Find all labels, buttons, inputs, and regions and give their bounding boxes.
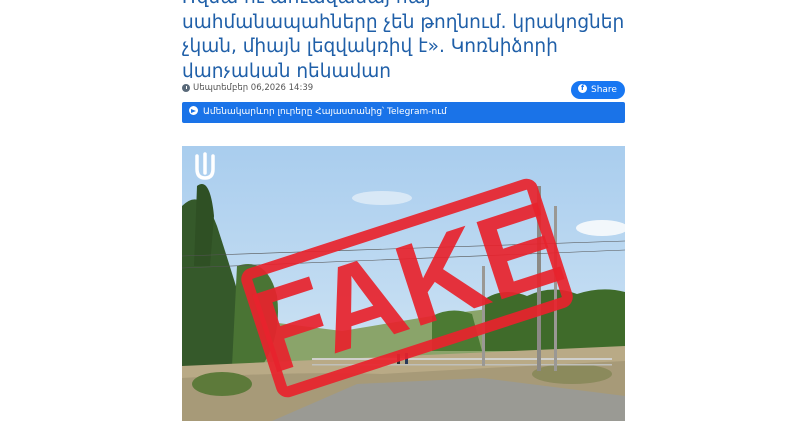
headline-area: Ռզմա ու աուազանայ հայ սահմանապահները չեն… <box>182 0 625 78</box>
clock-icon <box>182 84 190 92</box>
headline-line: սահմանապահները չեն թողնում. կրակոցներ <box>182 11 625 33</box>
facebook-share-button[interactable]: f Share <box>571 81 625 99</box>
telegram-label: Ամենակարևոր լուրերը Հայաստանից՝ Telegram… <box>203 107 447 117</box>
telegram-link[interactable]: Ամենակարևոր լուրերը Հայաստանից՝ Telegram… <box>182 102 625 123</box>
headline-line: Ռզմա ու աուազանայ հայ <box>182 0 431 8</box>
article: Ռզմա ու աուազանայ հայ սահմանապահները չեն… <box>182 0 625 421</box>
article-photo: FAKE <box>182 146 625 421</box>
facebook-icon: f <box>578 84 587 93</box>
share-label: Share <box>591 85 617 95</box>
headline-line: չկան, միայն լեզվակռիվ է». Կոռնիձորի <box>182 36 558 57</box>
telegram-icon <box>189 106 198 115</box>
photo-scene: FAKE <box>182 146 625 421</box>
headline-line: վարչական ղեկավար <box>182 60 392 79</box>
article-headline: Ռզմա ու աուազանայ հայ սահմանապահները չեն… <box>182 0 625 78</box>
broadcaster-logo-icon <box>190 152 220 182</box>
publish-date: Սեպտեմբեր 06,2026 14:39 <box>193 83 314 93</box>
meta-row: Սեպտեմբեր 06,2026 14:39 f Share <box>182 81 625 99</box>
